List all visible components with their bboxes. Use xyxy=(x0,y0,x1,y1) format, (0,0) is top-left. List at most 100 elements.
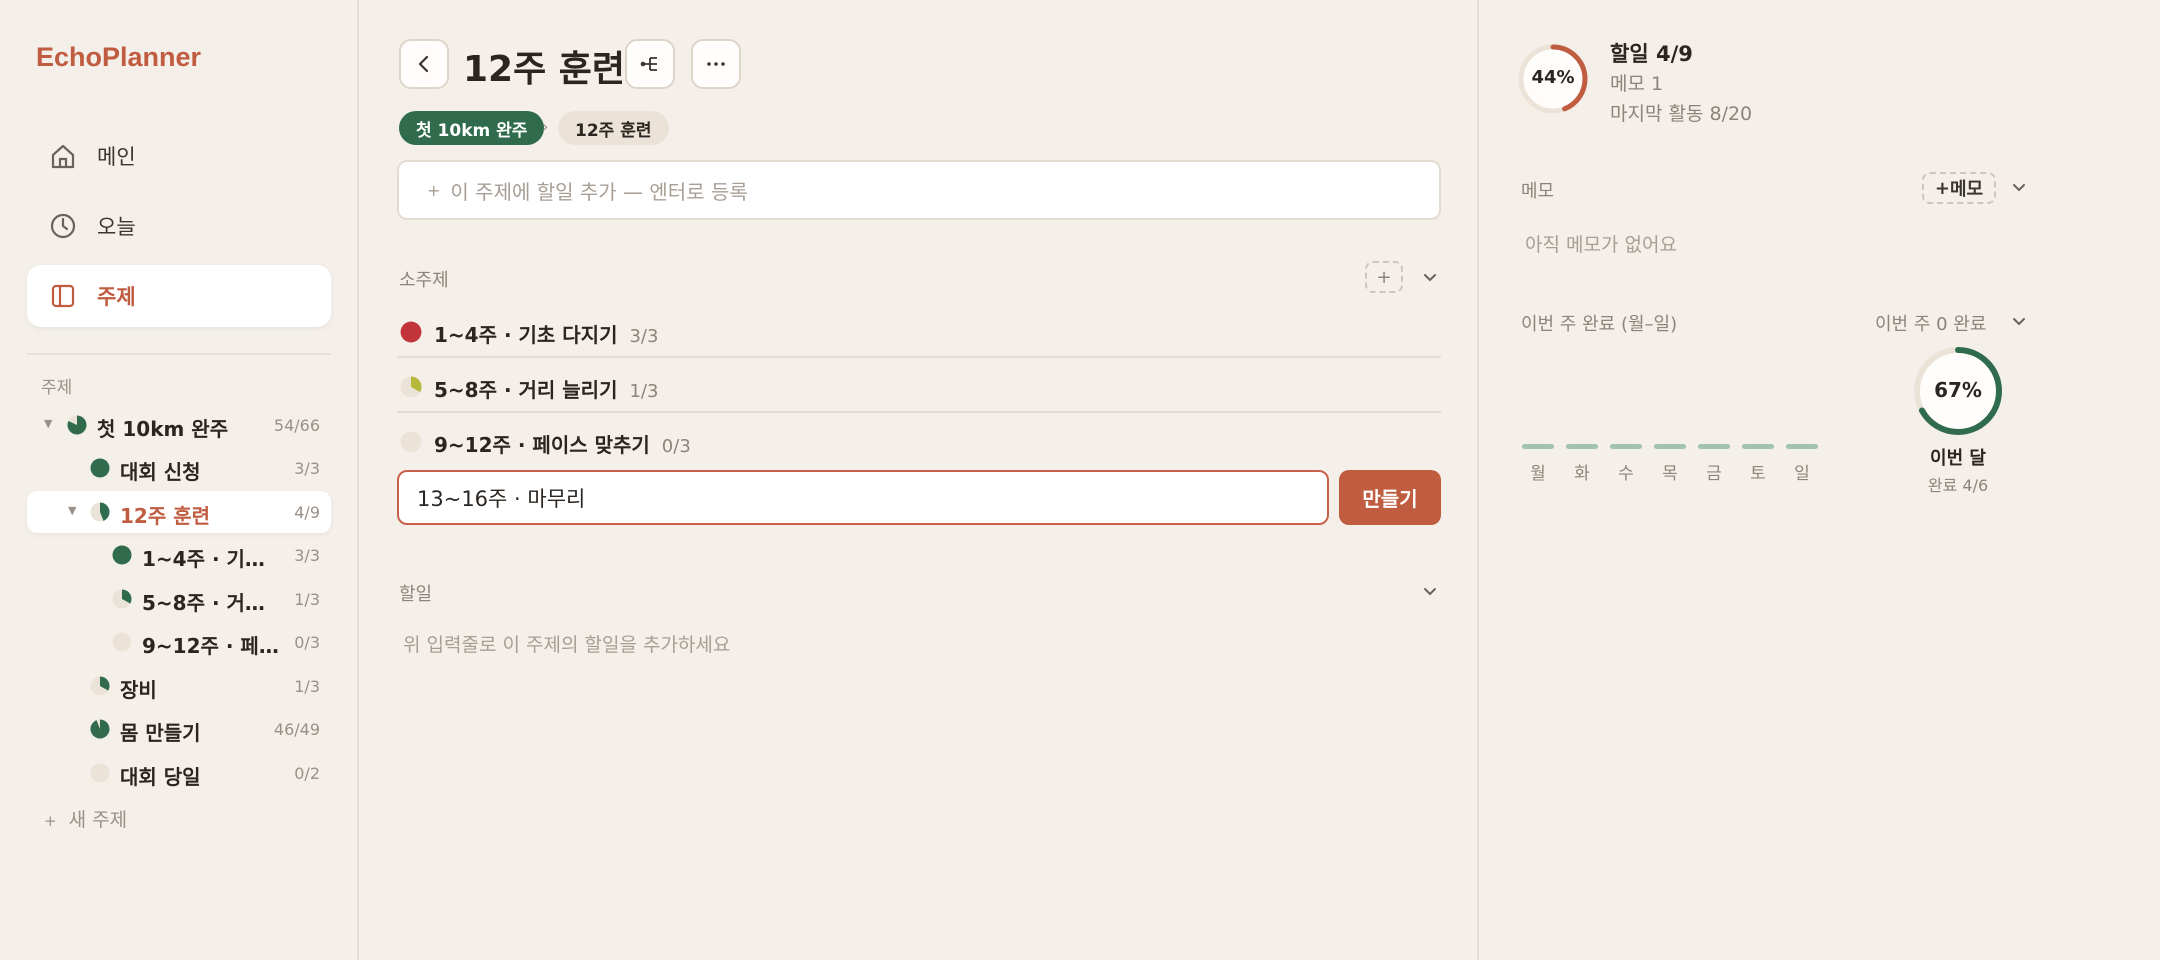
tree-item-week5-8[interactable]: 5~8주 · 거리 ... 1/3 xyxy=(27,578,331,620)
more-options-button[interactable] xyxy=(691,39,741,89)
day-bar: 목 xyxy=(1654,444,1686,484)
tree-item-gear[interactable]: 장비 1/3 xyxy=(27,665,331,707)
nav-item-today[interactable]: 오늘 xyxy=(27,195,331,257)
tree-count: 4/9 xyxy=(294,503,320,522)
details-panel: 44% 할일 4/9 메모 1 마지막 활동 8/20 메모 + 메모 아직 메모… xyxy=(1477,0,2160,960)
more-icon xyxy=(707,62,725,66)
day-bar: 일 xyxy=(1786,444,1818,484)
progress-pie-icon xyxy=(67,415,87,435)
memo-heading: 메모 xyxy=(1521,181,1555,202)
tree-label: 9~12주 · 페이... xyxy=(142,634,282,658)
subtopic-title: 1~4주 · 기초 다지기 xyxy=(434,323,618,347)
subtopic-row[interactable]: 1~4주 · 기초 다지기 3/3 xyxy=(397,303,1441,358)
day-label: 화 xyxy=(1574,464,1590,484)
tree-label: 대회 당일 xyxy=(120,765,201,789)
day-bar-fill xyxy=(1566,444,1598,449)
day-label: 일 xyxy=(1794,464,1810,484)
progress-pie-icon xyxy=(112,589,132,609)
month-sub: 완료 4/6 xyxy=(1927,476,1989,495)
back-button[interactable] xyxy=(399,39,449,89)
day-bar: 화 xyxy=(1566,444,1598,484)
tree-view-button[interactable] xyxy=(625,39,675,89)
new-topic-button[interactable]: + 새 주제 xyxy=(44,805,127,832)
create-button[interactable]: 만들기 xyxy=(1339,470,1441,525)
todos-empty-hint: 위 입력줄로 이 주제의 할일을 추가하세요 xyxy=(403,634,731,656)
chevron-down-icon[interactable] xyxy=(2009,178,2029,198)
week-summary: 이번 주 0 완료 xyxy=(1875,314,1987,335)
tree-count: 54/66 xyxy=(273,416,320,435)
plus-icon: + xyxy=(44,812,57,830)
day-bar: 수 xyxy=(1610,444,1642,484)
subtopic-label: 9~12주 · 페이스 맞추기 0/3 xyxy=(434,429,691,458)
todo-stat: 할일 4/9 xyxy=(1610,42,1693,66)
day-label: 토 xyxy=(1750,464,1766,484)
chevron-down-icon[interactable] xyxy=(2009,312,2029,332)
chevron-down-icon[interactable] xyxy=(1420,582,1440,602)
day-bar-fill xyxy=(1786,444,1818,449)
breadcrumb-parent[interactable]: 첫 10km 완주 xyxy=(399,111,545,145)
sidebar: EchoPlanner 메인 오늘 주제 주제 ▼ 첫 10km 완주 54/6… xyxy=(0,0,359,960)
add-task-placeholder: 이 주제에 할일 추가 — 엔터로 등록 xyxy=(450,179,748,204)
progress-pie-icon xyxy=(400,431,422,453)
subtopic-label: 5~8주 · 거리 늘리기 1/3 xyxy=(434,374,658,403)
tree-count: 1/3 xyxy=(294,677,320,696)
nav-label-topics: 주제 xyxy=(97,285,136,309)
last-activity: 마지막 활동 8/20 xyxy=(1610,103,1753,125)
month-progress-ring: 67% xyxy=(1912,345,2004,437)
tree-label: 몸 만들기 xyxy=(120,721,201,745)
tree-item-10km[interactable]: ▼ 첫 10km 완주 54/66 xyxy=(27,404,331,446)
add-subtopic-button[interactable]: + xyxy=(1365,261,1403,293)
nav-label-main: 메인 xyxy=(97,145,136,169)
tree-label: 5~8주 · 거리 ... xyxy=(142,591,282,615)
caret-down-icon[interactable]: ▼ xyxy=(44,417,52,430)
tree-count: 3/3 xyxy=(294,459,320,478)
day-bar-fill xyxy=(1610,444,1642,449)
tree-count: 0/3 xyxy=(294,633,320,652)
subtopics-heading: 소주제 xyxy=(399,270,449,291)
new-topic-label: 새 주제 xyxy=(68,809,128,831)
add-memo-button[interactable]: + 메모 xyxy=(1922,172,1996,204)
tree-item-week1-4[interactable]: 1~4주 · 기초 ... 3/3 xyxy=(27,534,331,576)
tree-label: 첫 10km 완주 xyxy=(97,417,229,441)
day-bar: 금 xyxy=(1698,444,1730,484)
progress-pie-icon xyxy=(90,763,110,783)
nav-item-main[interactable]: 메인 xyxy=(27,125,331,187)
day-bar-fill xyxy=(1698,444,1730,449)
memo-empty-text: 아직 메모가 없어요 xyxy=(1525,234,1677,256)
hierarchy-icon xyxy=(640,57,657,71)
tree-count: 3/3 xyxy=(294,546,320,565)
month-label: 이번 달 xyxy=(1930,448,1986,469)
todos-heading: 할일 xyxy=(399,584,433,605)
tree-count: 0/2 xyxy=(294,764,320,783)
tree-item-week9-12[interactable]: 9~12주 · 페이... 0/3 xyxy=(27,621,331,663)
breadcrumb-current: 12주 훈련 xyxy=(558,111,669,145)
memo-count: 메모 1 xyxy=(1610,73,1664,95)
tree-item-registration[interactable]: 대회 신청 3/3 xyxy=(27,447,331,489)
day-label: 월 xyxy=(1530,464,1546,484)
progress-pie-icon xyxy=(90,676,110,696)
day-bar: 월 xyxy=(1522,444,1554,484)
day-label: 금 xyxy=(1706,464,1722,484)
month-percent: 67% xyxy=(1934,378,1982,402)
progress-pie-icon xyxy=(90,502,110,522)
nav-item-topics[interactable]: 주제 xyxy=(27,265,331,327)
app-logo[interactable]: EchoPlanner xyxy=(36,42,201,73)
add-task-input[interactable]: + 이 주제에 할일 추가 — 엔터로 등록 xyxy=(397,160,1441,220)
day-bar-fill xyxy=(1522,444,1554,449)
caret-down-icon[interactable]: ▼ xyxy=(68,504,76,517)
tree-item-body[interactable]: 몸 만들기 46/49 xyxy=(27,708,331,750)
chevron-down-icon[interactable] xyxy=(1420,268,1440,288)
progress-pie-icon xyxy=(400,376,422,398)
tree-item-12week[interactable]: ▼ 12주 훈련 4/9 xyxy=(27,491,331,533)
tree-item-raceday[interactable]: 대회 당일 0/2 xyxy=(27,752,331,794)
tree-label: 대회 신청 xyxy=(120,460,201,484)
progress-pie-icon xyxy=(90,719,110,739)
breadcrumb-separator-icon: › xyxy=(542,117,549,136)
home-icon xyxy=(51,144,75,169)
new-subtopic-input[interactable]: 13~16주 · 마무리 xyxy=(397,470,1329,525)
progress-pie-icon xyxy=(90,458,110,478)
subtopic-title: 9~12주 · 페이스 맞추기 xyxy=(434,433,650,457)
subtopic-row[interactable]: 9~12주 · 페이스 맞추기 0/3 xyxy=(397,413,1441,468)
chevron-left-icon xyxy=(418,55,429,73)
subtopic-row[interactable]: 5~8주 · 거리 늘리기 1/3 xyxy=(397,358,1441,413)
